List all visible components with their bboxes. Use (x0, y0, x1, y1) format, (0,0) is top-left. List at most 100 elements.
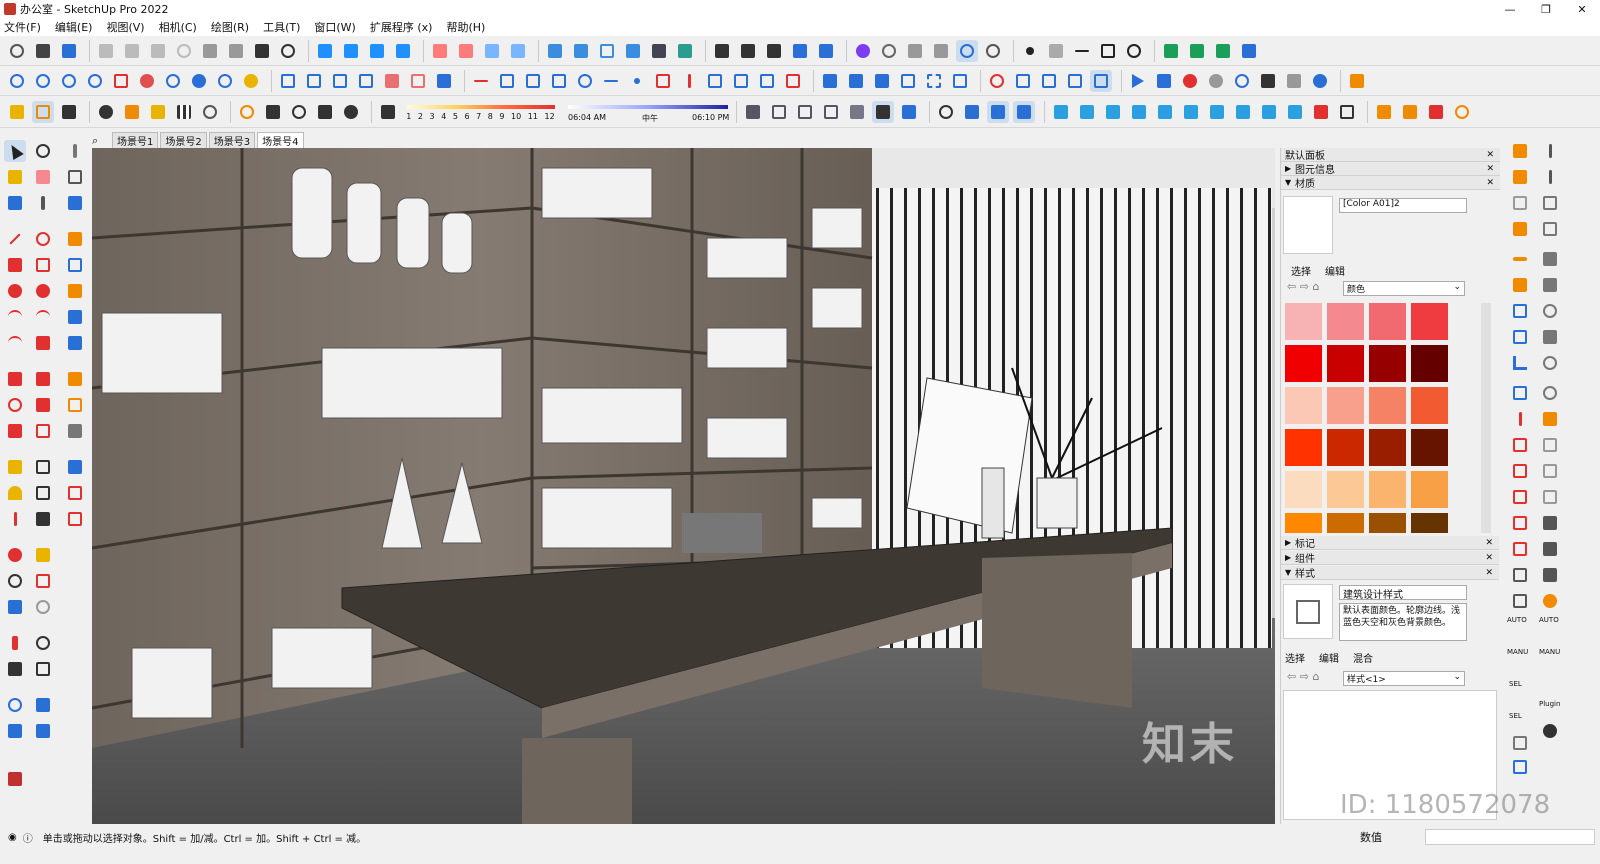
face-style-7-button[interactable] (898, 101, 920, 123)
fold-button[interactable] (522, 70, 544, 92)
zigzag-button[interactable] (600, 70, 622, 92)
rotated-rect-button[interactable] (32, 254, 54, 276)
paste-button[interactable] (147, 40, 169, 62)
extension-warehouse-button[interactable] (789, 40, 811, 62)
materials-header[interactable]: ▼ 材质 ✕ (1281, 176, 1500, 190)
wireframe-button[interactable] (570, 40, 592, 62)
select-box-button[interactable] (1090, 69, 1112, 92)
dimension-plugin-button[interactable] (64, 166, 86, 188)
menu-edit[interactable]: 编辑(E) (55, 19, 93, 35)
right2-tool-7-button[interactable] (1539, 300, 1561, 322)
tags-close-icon[interactable]: ✕ (1485, 538, 1493, 548)
right-tool-2-button[interactable] (1509, 166, 1531, 188)
curve-tool-2-button[interactable] (32, 70, 54, 92)
model-info-button[interactable] (277, 40, 299, 62)
swatch-scrollbar[interactable] (1481, 303, 1491, 533)
auto-label-1[interactable]: AUTO (1507, 616, 1527, 624)
color-swatch[interactable] (1369, 513, 1406, 533)
menu-camera[interactable]: 相机(C) (159, 19, 197, 35)
import-button[interactable] (329, 70, 351, 92)
right2-tool-5-button[interactable] (1539, 248, 1561, 270)
close-button[interactable]: ✕ (1564, 0, 1600, 18)
square-blue-button[interactable] (496, 70, 518, 92)
erase-button[interactable] (173, 40, 195, 62)
menu-view[interactable]: 视图(V) (106, 19, 144, 35)
get-models-button[interactable] (763, 40, 785, 62)
style-library-select[interactable]: 样式<1> ⌄ (1343, 671, 1465, 686)
section-tool-button[interactable] (32, 658, 54, 680)
settings-gear-button[interactable] (982, 40, 1004, 62)
extension-manager-button[interactable] (815, 40, 837, 62)
download-button[interactable] (188, 70, 210, 92)
orange-tool-3-button[interactable] (1425, 101, 1447, 123)
search-icon[interactable]: ⌕ (92, 134, 112, 148)
axes-tool-button[interactable] (4, 508, 26, 530)
basket-button[interactable] (730, 70, 752, 92)
previous-view-button[interactable] (32, 596, 54, 618)
right-view-button[interactable] (392, 40, 414, 62)
push-button[interactable] (819, 70, 841, 92)
rectangle-tool-button[interactable] (1097, 40, 1119, 62)
back-arrow-icon[interactable]: ⇦ (1287, 280, 1296, 293)
extrude-4-button[interactable] (1128, 101, 1150, 123)
new-file-button[interactable] (6, 40, 28, 62)
sel-label-2[interactable]: SEL (1509, 712, 1522, 720)
cut-button[interactable] (95, 40, 117, 62)
scene-tab-2[interactable]: 场景号2 (160, 132, 207, 148)
component-select-button[interactable] (32, 100, 54, 123)
box-grid-button[interactable] (1012, 70, 1034, 92)
info-button[interactable] (288, 101, 310, 123)
position-camera-button[interactable] (4, 632, 26, 654)
menu-help[interactable]: 帮助(H) (446, 19, 485, 35)
orange-tool-4-button[interactable] (1451, 101, 1473, 123)
right-tool-4-button[interactable] (1509, 218, 1531, 240)
iso-view-button[interactable] (314, 40, 336, 62)
tray-close-icon[interactable]: ✕ (1486, 150, 1494, 160)
dimension-tool-button[interactable] (32, 456, 54, 478)
color-swatch[interactable] (1285, 513, 1322, 533)
color-swatch[interactable] (1285, 387, 1322, 424)
color-swatch[interactable] (1285, 345, 1322, 382)
lasso-tool-button[interactable] (32, 140, 54, 162)
chrome-button[interactable] (240, 70, 262, 92)
right2-tool-18-button[interactable] (1539, 590, 1561, 612)
trimble-connect-button[interactable] (852, 40, 874, 62)
box4-plugin-button[interactable] (64, 368, 86, 390)
cloud-upload-button[interactable] (199, 101, 221, 123)
curve-tool-1-button[interactable] (6, 70, 28, 92)
make-component-button[interactable] (4, 192, 26, 214)
extrude-6-button[interactable] (1180, 101, 1202, 123)
section-plane-button[interactable] (429, 40, 451, 62)
help-blue-button[interactable] (1309, 70, 1331, 92)
color-swatch[interactable] (1285, 429, 1322, 466)
line-tool-button[interactable] (1071, 40, 1093, 62)
scatter-button[interactable] (136, 70, 158, 92)
axes-toggle-button[interactable] (956, 39, 978, 62)
material-name-field[interactable]: [Color A01]2 (1339, 198, 1467, 213)
extrude-10-button[interactable] (1284, 101, 1306, 123)
extrude-7-button[interactable] (1206, 101, 1228, 123)
menu-extensions[interactable]: 扩展程序 (x) (370, 19, 433, 35)
restore-button[interactable]: ❐ (1528, 0, 1564, 18)
cube-3d-1-button[interactable] (961, 101, 983, 123)
pen-plugin-button[interactable] (64, 140, 86, 162)
bridge-button[interactable] (548, 70, 570, 92)
styles-header[interactable]: ▼ 样式 ✕ (1281, 566, 1499, 580)
building-button[interactable] (147, 101, 169, 123)
stop-button[interactable] (1205, 70, 1227, 92)
sandbox-1-button[interactable] (4, 694, 26, 716)
curve-tool-3-button[interactable] (58, 70, 80, 92)
right2-tool-14-button[interactable] (1539, 486, 1561, 508)
protractor-button[interactable] (4, 482, 26, 504)
color-swatch[interactable] (1411, 471, 1448, 508)
right-tool-8-button[interactable] (1509, 326, 1531, 348)
frame-button[interactable] (923, 70, 945, 92)
extrude-1-button[interactable] (1050, 101, 1072, 123)
menu-file[interactable]: 文件(F) (4, 19, 41, 35)
rotate-tool-button[interactable] (4, 394, 26, 416)
right2-tool-3-button[interactable] (1539, 192, 1561, 214)
sandbox-3-button[interactable] (4, 720, 26, 742)
color-swatch[interactable] (1369, 303, 1406, 340)
tools-plugin-button[interactable] (64, 420, 86, 442)
frame-plugin-button[interactable] (64, 482, 86, 504)
